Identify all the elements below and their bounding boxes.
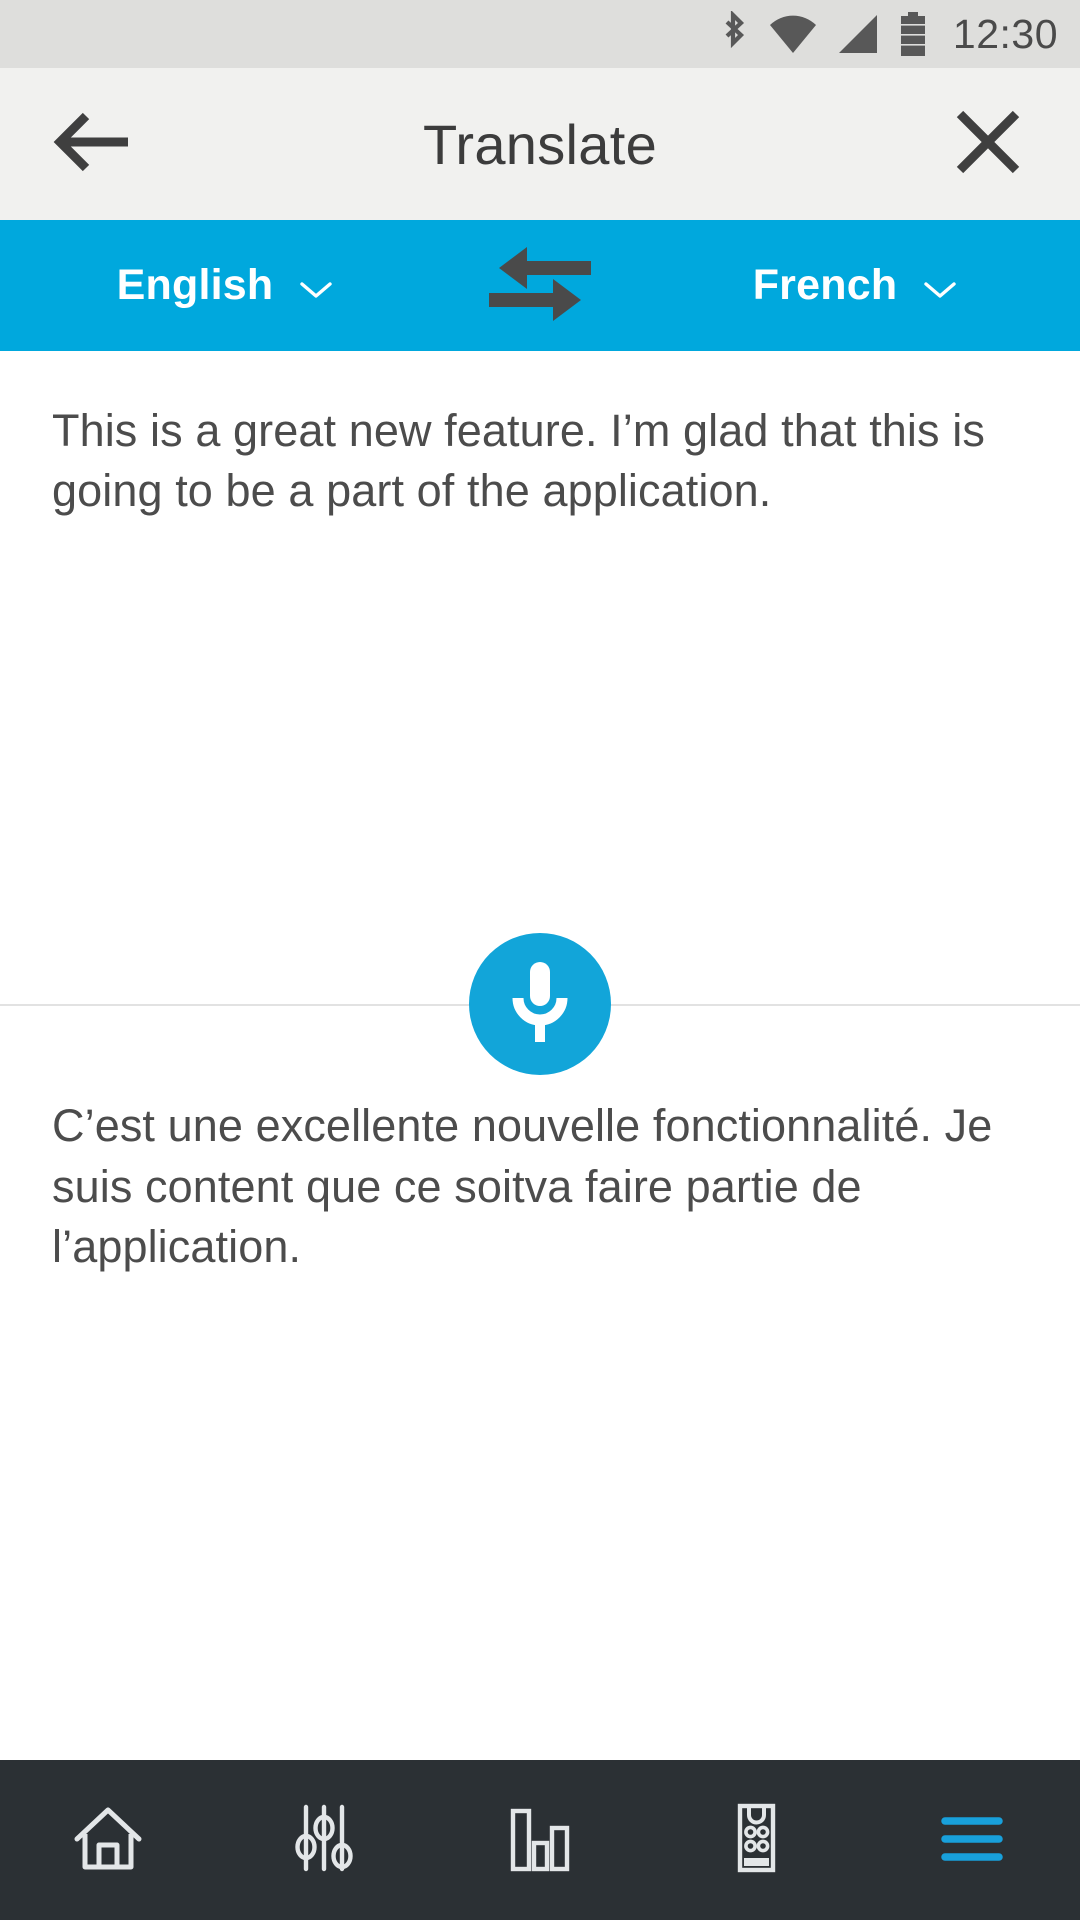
language-selector-bar: English French [0,220,1080,351]
home-icon [71,1801,145,1880]
status-bar: 12:30 [0,0,1080,68]
bluetooth-icon [719,11,749,57]
back-button[interactable] [44,96,140,192]
nav-settings[interactable] [216,1760,432,1920]
chevron-down-icon [923,280,957,300]
target-text: C’est une excellente nouvelle fonctionna… [52,1100,993,1272]
source-text: This is a great new feature. I’m glad th… [52,405,985,517]
source-language-dropdown[interactable]: English [0,261,450,310]
page-title: Translate [422,112,658,176]
target-language-label: French [752,261,898,309]
wifi-icon [769,14,817,54]
chevron-down-icon [299,280,333,300]
swap-languages-button[interactable] [450,235,630,336]
app-header: Translate [0,68,1080,220]
battery-icon [899,12,927,56]
app-screen: 12:30 Translate English French This is a… [0,0,1080,1920]
nav-stats[interactable] [432,1760,648,1920]
microphone-icon [502,956,578,1053]
remote-control-icon [719,1801,793,1880]
bar-chart-icon [503,1801,577,1880]
microphone-button[interactable] [469,933,611,1076]
close-button[interactable] [940,96,1036,192]
content-filler [0,1277,1080,1760]
hamburger-menu-icon [935,1801,1009,1880]
source-text-pane[interactable]: This is a great new feature. I’m glad th… [0,351,1080,1004]
target-language-dropdown[interactable]: French [630,261,1080,310]
sliders-icon [287,1801,361,1880]
bottom-navigation-bar [0,1760,1080,1920]
nav-menu[interactable] [864,1760,1080,1920]
nav-home[interactable] [0,1760,216,1920]
cellular-signal-icon [837,14,879,54]
swap-arrows-icon [479,235,601,336]
source-language-label: English [116,261,274,309]
status-bar-clock: 12:30 [952,10,1058,57]
nav-remote[interactable] [648,1760,864,1920]
close-icon [954,108,1022,181]
back-arrow-icon [52,110,132,179]
